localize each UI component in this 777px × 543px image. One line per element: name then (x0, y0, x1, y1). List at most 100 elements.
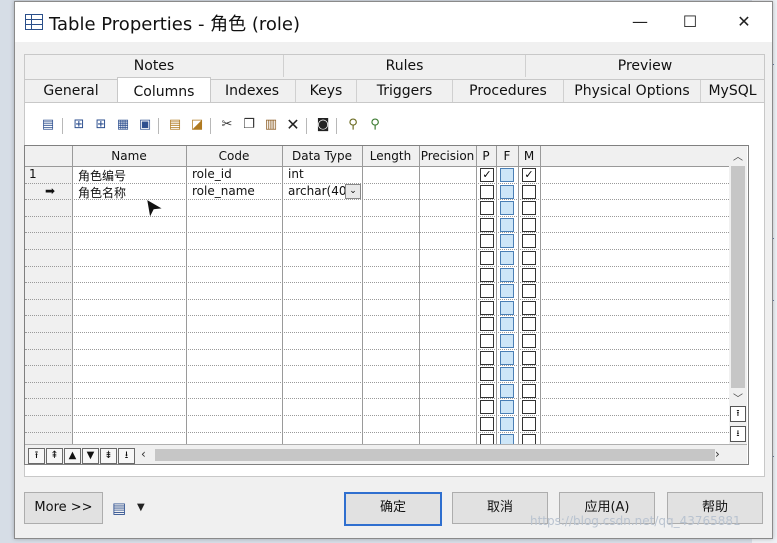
delete-icon[interactable]: ✕ (284, 116, 302, 134)
move-up-page-icon[interactable]: ⇞ (46, 448, 63, 464)
checkbox-p[interactable] (480, 300, 494, 315)
move-bottom-icon[interactable]: ⭳ (118, 448, 135, 464)
reuse-columns-icon[interactable]: ▣ (136, 116, 154, 134)
checkbox-f[interactable] (500, 234, 514, 249)
add-row-icon[interactable]: ⊞ (92, 116, 110, 134)
checkbox-f[interactable] (500, 350, 514, 365)
checkbox-f[interactable] (500, 417, 514, 431)
cell-code[interactable]: role_id (192, 167, 232, 181)
column-header-f[interactable]: F (496, 146, 518, 166)
checkbox-m[interactable] (522, 251, 536, 265)
find-icon[interactable]: ◙ (314, 116, 332, 134)
checkbox-p[interactable] (480, 367, 494, 382)
tab-indexes[interactable]: Indexes (209, 80, 295, 102)
checkbox-m[interactable] (522, 400, 536, 415)
scroll-left-icon[interactable]: ‹ (141, 447, 146, 461)
checkbox-m[interactable] (522, 267, 536, 282)
tab-triggers[interactable]: Triggers (357, 80, 452, 102)
checkbox-m[interactable] (522, 417, 536, 431)
more-button[interactable]: More >> (24, 492, 103, 524)
scroll-thumb[interactable] (731, 166, 745, 388)
checkbox-f[interactable] (500, 251, 514, 265)
checkbox-p[interactable] (480, 284, 494, 299)
column-header-data-type[interactable]: Data Type (282, 146, 362, 166)
checkbox-p[interactable]: ✓ (480, 168, 494, 182)
move-down-page-icon[interactable]: ⇟ (100, 448, 117, 464)
cut-icon[interactable]: ✂ (218, 116, 236, 134)
checkbox-m[interactable]: ✓ (522, 168, 536, 182)
checkbox-p[interactable] (480, 334, 494, 348)
copy-icon[interactable]: ❐ (240, 116, 258, 134)
checkbox-f[interactable] (500, 367, 514, 382)
checkbox-f[interactable] (500, 168, 514, 182)
minimize-button[interactable]: — (617, 8, 663, 36)
column-header-p[interactable]: P (476, 146, 496, 166)
column-header-length[interactable]: Length (362, 146, 419, 166)
tab-rules[interactable]: Rules (284, 55, 525, 77)
checkbox-p[interactable] (480, 417, 494, 431)
close-button[interactable]: ✕ (721, 8, 767, 36)
horizontal-scrollbar[interactable]: ⭱ ⇞ ▲ ▼ ⇟ ⭳ ‹ › (25, 444, 747, 464)
insert-row-icon[interactable]: ⊞ (70, 116, 88, 134)
checkbox-m[interactable] (522, 201, 536, 216)
clear-filter-icon[interactable]: ⚲ (366, 116, 384, 134)
scroll-down-icon[interactable]: ﹀ (733, 390, 743, 405)
checkbox-m[interactable] (522, 317, 536, 332)
tab-general[interactable]: General (25, 80, 117, 102)
checkbox-m[interactable] (522, 184, 536, 199)
checkbox-p[interactable] (480, 400, 494, 415)
tab-notes[interactable]: Notes (25, 55, 283, 77)
checkbox-p[interactable] (480, 383, 494, 398)
checkbox-m[interactable] (522, 300, 536, 315)
checkbox-f[interactable] (500, 300, 514, 315)
tab-keys[interactable]: Keys (296, 80, 356, 102)
move-up-icon[interactable]: ▲ (64, 448, 81, 464)
checkbox-f[interactable] (500, 383, 514, 398)
checkbox-m[interactable] (522, 217, 536, 232)
checkbox-m[interactable] (522, 234, 536, 249)
checkbox-p[interactable] (480, 350, 494, 365)
filter-icon[interactable]: ⚲ (344, 116, 362, 134)
move-down-icon[interactable]: ▼ (82, 448, 99, 464)
checkbox-p[interactable] (480, 217, 494, 232)
datatype-dropdown-icon[interactable]: ⌄ (345, 183, 361, 199)
properties-icon[interactable]: ▤ (39, 116, 57, 134)
scroll-up-icon[interactable]: ︿ (733, 148, 743, 163)
checkbox-f[interactable] (500, 267, 514, 282)
move-top-icon[interactable]: ⭱ (28, 448, 45, 464)
checkbox-f[interactable] (500, 334, 514, 348)
scroll-top-icon[interactable]: ⭱ (730, 406, 746, 422)
cell-code[interactable]: role_name (192, 184, 255, 198)
checkbox-f[interactable] (500, 284, 514, 299)
checkbox-p[interactable] (480, 201, 494, 216)
cell-data-type[interactable]: int (288, 167, 304, 181)
ok-button[interactable]: 确定 (344, 492, 442, 526)
cell-name[interactable]: 角色编号 (78, 167, 126, 184)
cell-data-type[interactable]: archar(40) (288, 184, 351, 198)
tab-preview[interactable]: Preview (526, 55, 764, 77)
paste-columns-icon[interactable]: ◪ (188, 116, 206, 134)
column-header-name[interactable]: Name (72, 146, 186, 166)
column-header-code[interactable]: Code (186, 146, 282, 166)
checkbox-p[interactable] (480, 234, 494, 249)
hscroll-thumb[interactable] (155, 449, 715, 461)
tab-procedures[interactable]: Procedures (453, 80, 563, 102)
vertical-scrollbar[interactable]: ︿ ﹀ ⭱ ⭳ (729, 146, 747, 444)
checkbox-p[interactable] (480, 184, 494, 199)
tab-mysql[interactable]: MySQL (701, 80, 764, 102)
print-icon[interactable]: ▤ (112, 499, 126, 517)
checkbox-p[interactable] (480, 317, 494, 332)
paste-icon[interactable]: ▥ (262, 116, 280, 134)
checkbox-f[interactable] (500, 317, 514, 332)
add-columns-icon[interactable]: ▦ (114, 116, 132, 134)
checkbox-m[interactable] (522, 350, 536, 365)
column-header-m[interactable]: M (518, 146, 540, 166)
checkbox-f[interactable] (500, 217, 514, 232)
tab-physical-options[interactable]: Physical Options (564, 80, 700, 102)
checkbox-f[interactable] (500, 201, 514, 216)
checkbox-m[interactable] (522, 334, 536, 348)
checkbox-m[interactable] (522, 367, 536, 382)
checkbox-f[interactable] (500, 184, 514, 199)
copy-columns-icon[interactable]: ▤ (166, 116, 184, 134)
cell-name[interactable]: 角色名称 (78, 184, 126, 201)
